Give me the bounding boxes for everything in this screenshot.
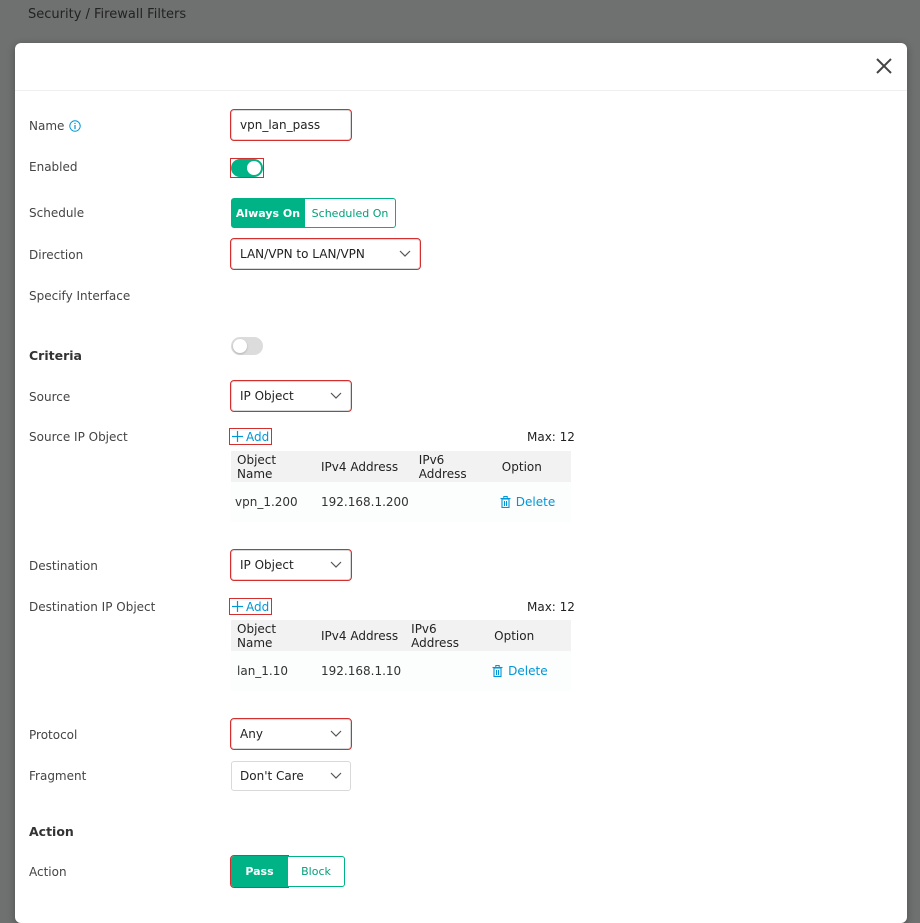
column-header-option: Option xyxy=(495,451,571,482)
name-input[interactable]: vpn_lan_pass xyxy=(230,109,352,141)
protocol-value: Any xyxy=(240,727,263,741)
chevron-down-icon xyxy=(399,250,411,257)
name-row-label: Name xyxy=(29,119,82,133)
source-add-button[interactable]: Add xyxy=(228,428,273,445)
protocol-label: Protocol xyxy=(29,728,78,742)
fragment-value: Don't Care xyxy=(240,769,304,783)
direction-select[interactable]: LAN/VPN to LAN/VPN xyxy=(230,238,421,270)
delete-button[interactable]: Delete xyxy=(500,495,567,509)
add-label: Add xyxy=(246,429,270,444)
destination-label: Destination xyxy=(29,559,98,573)
destination-add-button[interactable]: Add xyxy=(228,598,273,615)
trash-icon xyxy=(492,665,503,677)
source-select[interactable]: IP Object xyxy=(230,380,352,412)
toggle-knob xyxy=(247,161,261,175)
destination-value: IP Object xyxy=(240,558,294,572)
name-label: Name xyxy=(29,119,65,133)
plus-icon xyxy=(232,431,243,442)
add-label: Add xyxy=(246,599,270,614)
delete-label: Delete xyxy=(515,495,556,509)
cell-ipv4: 192.168.1.10 xyxy=(315,651,406,691)
cell-ipv4: 192.168.1.200 xyxy=(315,482,413,522)
action-heading: Action xyxy=(29,824,74,839)
direction-label: Direction xyxy=(29,248,84,262)
cell-object-name: vpn_1.200 xyxy=(231,482,315,522)
chevron-down-icon xyxy=(330,772,342,779)
protocol-select[interactable]: Any xyxy=(230,718,352,750)
action-pass[interactable]: Pass xyxy=(230,855,289,888)
destination-ip-label: Destination IP Object xyxy=(29,600,156,614)
source-label: Source xyxy=(29,390,71,404)
column-header-object-name: Object Name xyxy=(231,620,315,651)
close-icon[interactable] xyxy=(875,57,893,75)
interface-label: Specify Interface xyxy=(29,289,131,303)
cell-object-name: lan_1.10 xyxy=(231,651,315,691)
trash-icon xyxy=(500,496,511,508)
breadcrumb: Security / Firewall Filters xyxy=(28,7,187,22)
chevron-down-icon xyxy=(330,561,342,568)
plus-icon xyxy=(232,601,243,612)
schedule-scheduled-on[interactable]: Scheduled On xyxy=(305,198,396,228)
chevron-down-icon xyxy=(330,730,342,737)
interface-toggle[interactable] xyxy=(231,337,263,355)
delete-label: Delete xyxy=(508,664,548,678)
column-header-ipv4: IPv4 Address xyxy=(315,620,406,651)
source-ip-label: Source IP Object xyxy=(29,430,128,444)
enabled-toggle[interactable] xyxy=(231,159,263,177)
delete-button[interactable]: Delete xyxy=(492,664,567,678)
source-value: IP Object xyxy=(240,389,294,403)
destination-ip-table: Object Name IPv4 Address IPv6 Address Op… xyxy=(231,620,571,691)
action-label: Action xyxy=(29,865,67,879)
action-block[interactable]: Block xyxy=(288,856,345,887)
fragment-select[interactable]: Don't Care xyxy=(231,761,351,791)
modal-header xyxy=(15,43,907,91)
criteria-heading: Criteria xyxy=(29,348,82,363)
schedule-label: Schedule xyxy=(29,206,85,220)
column-header-ipv4: IPv4 Address xyxy=(315,451,413,482)
table-header-row: Object Name IPv4 Address IPv6 Address Op… xyxy=(231,451,571,482)
fragment-label: Fragment xyxy=(29,769,87,783)
info-icon[interactable] xyxy=(69,120,82,132)
table-header-row: Object Name IPv4 Address IPv6 Address Op… xyxy=(231,620,571,651)
action-segmented: Pass Block xyxy=(230,855,345,888)
firewall-filter-modal: Name vpn_lan_pass Enabled Schedule Alway… xyxy=(15,43,907,923)
source-max-label: Max: 12 xyxy=(527,430,575,444)
source-ip-table: Object Name IPv4 Address IPv6 Address Op… xyxy=(231,451,571,522)
cell-ipv6 xyxy=(405,651,489,691)
table-row: lan_1.10 192.168.1.10 Delete xyxy=(231,651,571,691)
enabled-label: Enabled xyxy=(29,160,78,174)
column-header-option: Option xyxy=(488,620,571,651)
destination-max-label: Max: 12 xyxy=(527,600,575,614)
toggle-knob xyxy=(233,339,247,353)
cell-ipv6 xyxy=(412,482,496,522)
enabled-toggle-wrap xyxy=(230,158,264,178)
direction-value: LAN/VPN to LAN/VPN xyxy=(240,247,365,261)
schedule-segmented: Always On Scheduled On xyxy=(231,198,396,228)
chevron-down-icon xyxy=(330,392,342,399)
table-row: vpn_1.200 192.168.1.200 Delete xyxy=(231,482,571,522)
column-header-ipv6: IPv6 Address xyxy=(412,451,496,482)
destination-select[interactable]: IP Object xyxy=(230,549,352,581)
schedule-always-on[interactable]: Always On xyxy=(231,198,305,228)
column-header-object-name: Object Name xyxy=(231,451,315,482)
column-header-ipv6: IPv6 Address xyxy=(405,620,489,651)
